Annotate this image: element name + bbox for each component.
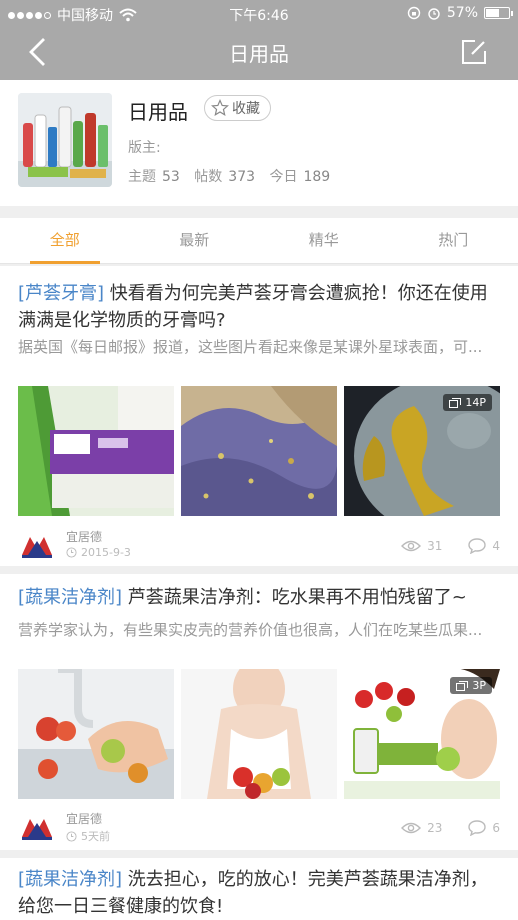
photo-count-badge: 3P [450,677,492,694]
author-name[interactable]: 宜居德 [66,528,102,545]
tab-bar: 全部 最新 精华 热门 [0,218,518,264]
post-tag[interactable]: [蔬果洁净剂] [18,869,122,890]
avatar[interactable] [18,531,56,559]
post-image[interactable] [18,669,174,799]
post-image[interactable] [181,669,337,799]
post-date: 5天前 [66,828,110,844]
tab-hot[interactable]: 热门 [389,218,518,263]
gallery-icon [449,397,462,408]
post-title-text: 芦荟蔬果洁净剂：吃水果再不用怕残留了~ [122,587,467,608]
comment-count: 6 [492,821,500,835]
photo-count: 3P [472,679,486,692]
post-excerpt: 据英国《每日邮报》报道，这些图片看起来像是某课外星球表面，可... [18,338,483,356]
gallery-icon [456,680,469,691]
top-bar: 中国移动 下午6:46 57% 日用品 [0,0,518,80]
comment-icon [468,538,487,554]
tab-all[interactable]: 全部 [0,218,130,264]
post-images: 3P [18,669,500,799]
post-counts: 31 4 [401,538,500,554]
stat-value: 189 [303,169,331,185]
post-tag[interactable]: [芦荟牙膏] [18,283,104,304]
forum-header: 日用品 收藏 版主: 主题 53 帖数 373 今日 189 [0,80,518,206]
post-excerpt: 营养学家认为，有些果实皮壳的营养价值也很高，人们在吃某些瓜果... [18,621,483,639]
clock-icon [66,547,77,558]
rotation-lock-icon [407,6,421,20]
post-tag[interactable]: [蔬果洁净剂] [18,587,122,608]
favorite-button[interactable]: 收藏 [204,95,271,121]
post-image[interactable]: 14P [344,386,500,516]
favorite-label: 收藏 [232,101,260,117]
compose-icon[interactable] [460,38,488,66]
comment-count: 4 [492,539,500,553]
alarm-icon [428,8,440,20]
avatar[interactable] [18,813,56,841]
post-image[interactable]: 3P [344,669,500,799]
post-item[interactable]: [蔬果洁净剂] 洗去担心，吃的放心！完美芦荟蔬果洁净剂，给您一日三餐健康的饮食! [0,858,518,920]
post-title[interactable]: [芦荟牙膏] 快看看为何完美芦荟牙膏会遭疯抢！你还在使用满满是化学物质的牙膏吗? [18,280,500,334]
post-title[interactable]: [蔬果洁净剂] 芦荟蔬果洁净剂：吃水果再不用怕残留了~ [18,584,500,611]
eye-icon [401,822,422,834]
view-count: 31 [427,539,443,553]
tab-latest[interactable]: 最新 [130,218,260,263]
forum-stats: 主题 53 帖数 373 今日 189 [128,166,340,186]
post-item[interactable]: [蔬果洁净剂] 芦荟蔬果洁净剂：吃水果再不用怕残留了~ 营养学家认为，有些果实皮… [0,574,518,850]
post-item[interactable]: [芦荟牙膏] 快看看为何完美芦荟牙膏会遭疯抢！你还在使用满满是化学物质的牙膏吗?… [0,266,518,566]
star-icon [211,99,229,116]
forum-thumbnail [18,93,112,187]
forum-name: 日用品 [128,100,188,124]
stat-value: 53 [162,169,180,185]
author-name[interactable]: 宜居德 [66,810,102,827]
post-title[interactable]: [蔬果洁净剂] 洗去担心，吃的放心！完美芦荟蔬果洁净剂，给您一日三餐健康的饮食! [18,866,500,920]
battery-icon [484,7,513,19]
photo-count-badge: 14P [443,394,492,411]
stat-value: 373 [228,169,256,185]
moderator-label: 版主: [128,140,161,156]
post-images: 14P [18,386,500,516]
date-text: 2015-9-3 [81,546,131,559]
comment-icon [468,820,487,836]
clock-icon [66,830,77,842]
post-meta: 宜居德 2015-9-3 31 4 [18,528,500,564]
page-title: 日用品 [229,42,289,66]
stat-label: 今日 [269,169,298,185]
post-image[interactable] [181,386,337,516]
post-meta: 宜居德 5天前 23 6 [18,810,500,846]
stat-label: 帖数 [194,169,223,185]
date-text: 5天前 [81,830,110,843]
stat-label: 主题 [128,169,156,185]
post-image[interactable] [18,386,174,516]
tab-featured[interactable]: 精华 [259,218,389,263]
battery-percent: 57% [446,5,478,21]
post-counts: 23 6 [401,820,500,836]
photo-count: 14P [465,396,486,409]
view-count: 23 [427,821,443,835]
post-date: 2015-9-3 [66,546,131,559]
eye-icon [401,540,422,552]
status-bar: 中国移动 下午6:46 57% [0,0,518,28]
